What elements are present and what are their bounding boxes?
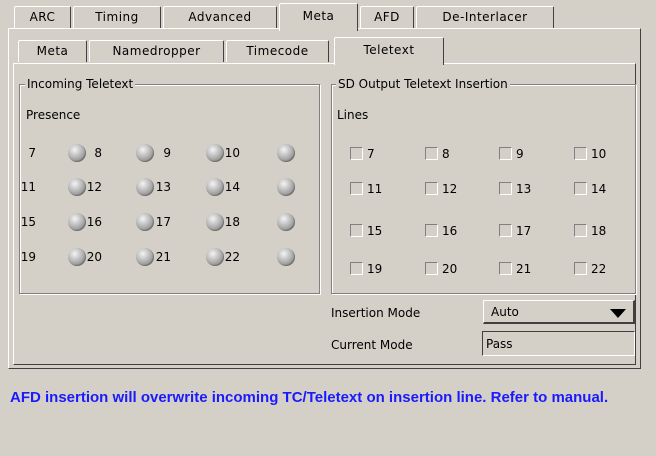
current-mode-label: Current Mode [331,338,413,352]
insertion-line-checkbox[interactable] [350,224,363,237]
line-number-label: 22 [224,250,240,264]
insertion-line-checkbox[interactable] [574,182,587,195]
line-number-label: 8 [94,146,102,160]
subtab-teletext[interactable]: Teletext [334,37,444,65]
line-number-label: 21 [155,250,171,264]
line-number-label: 19 [20,250,36,264]
insertion-line-checkbox[interactable] [499,224,512,237]
current-mode-value: Pass [486,337,513,351]
insertion-line-checkbox[interactable] [499,182,512,195]
insertion-line-label: 8 [442,147,450,161]
insertion-line-label: 13 [516,182,532,196]
tab-label: Meta [302,9,335,23]
insertion-line-checkbox[interactable] [425,262,438,275]
insertion-line-label: 11 [367,182,383,196]
line-number-label: 12 [86,180,102,194]
triangle-down-icon [610,307,626,321]
warning-message: AFD insertion will overwrite incoming TC… [10,389,609,406]
tab-label: De-Interlacer [442,10,528,24]
insertion-line-label: 14 [591,182,607,196]
insertion-line-checkbox[interactable] [350,262,363,275]
insertion-line-checkbox[interactable] [425,182,438,195]
presence-heading: Presence [26,108,81,122]
insertion-line-label: 7 [367,147,375,161]
insertion-line-label: 20 [442,262,458,276]
line-number-label: 17 [155,215,171,229]
lines-heading: Lines [337,108,369,122]
insertion-line-label: 10 [591,147,607,161]
insertion-line-label: 9 [516,147,524,161]
insertion-line-checkbox[interactable] [499,262,512,275]
line-number-label: 20 [86,250,102,264]
tab-label: Timecode [246,44,309,58]
tab-advanced[interactable]: Advanced [163,6,277,28]
tab-label: ARC [29,10,56,24]
subtab-namedropper[interactable]: Namedropper [89,40,224,62]
line-number-label: 13 [155,180,171,194]
insertion-line-checkbox[interactable] [350,147,363,160]
presence-led-icon [277,178,295,196]
tab-label: AFD [374,10,400,24]
insertion-line-label: 17 [516,224,532,238]
insertion-mode-value: Auto [491,305,519,319]
presence-led-icon [277,144,295,162]
insertion-line-checkbox[interactable] [574,224,587,237]
line-number-label: 9 [163,146,171,160]
line-number-label: 14 [224,180,240,194]
subtab-meta[interactable]: Meta [18,40,87,62]
insertion-line-label: 22 [591,262,607,276]
line-number-label: 10 [224,146,240,160]
insertion-line-checkbox[interactable] [350,182,363,195]
insertion-line-checkbox[interactable] [499,147,512,160]
tab-label: Advanced [188,10,252,24]
insertion-mode-label: Insertion Mode [331,306,421,320]
tab-label: Timing [95,10,139,24]
tab-label: Meta [36,44,69,58]
tab-label: Namedropper [112,44,201,58]
subtab-timecode[interactable]: Timecode [226,40,329,62]
line-number-label: 18 [224,215,240,229]
presence-led-icon [277,248,295,266]
incoming-teletext-legend: Incoming Teletext [25,77,136,91]
insertion-line-label: 12 [442,182,458,196]
insertion-line-label: 16 [442,224,458,238]
current-mode-field: Pass [482,331,635,356]
line-number-label: 11 [20,180,36,194]
insertion-mode-dropdown[interactable]: Auto [483,300,635,324]
sd-output-insertion-legend: SD Output Teletext Insertion [336,77,510,91]
insertion-line-checkbox[interactable] [574,262,587,275]
tab-afd[interactable]: AFD [360,6,414,28]
insertion-line-checkbox[interactable] [425,147,438,160]
tab-arc[interactable]: ARC [14,6,71,28]
line-number-label: 15 [20,215,36,229]
insertion-line-label: 21 [516,262,532,276]
line-number-label: 7 [28,146,36,160]
line-number-label: 16 [86,215,102,229]
insertion-line-label: 15 [367,224,383,238]
tab-de-interlacer[interactable]: De-Interlacer [416,6,554,28]
presence-led-icon [277,213,295,231]
insertion-line-label: 19 [367,262,383,276]
insertion-line-checkbox[interactable] [574,147,587,160]
tab-timing[interactable]: Timing [73,6,161,28]
tab-meta[interactable]: Meta [279,3,358,31]
insertion-line-label: 18 [591,224,607,238]
insertion-line-checkbox[interactable] [425,224,438,237]
tab-label: Teletext [363,43,415,57]
